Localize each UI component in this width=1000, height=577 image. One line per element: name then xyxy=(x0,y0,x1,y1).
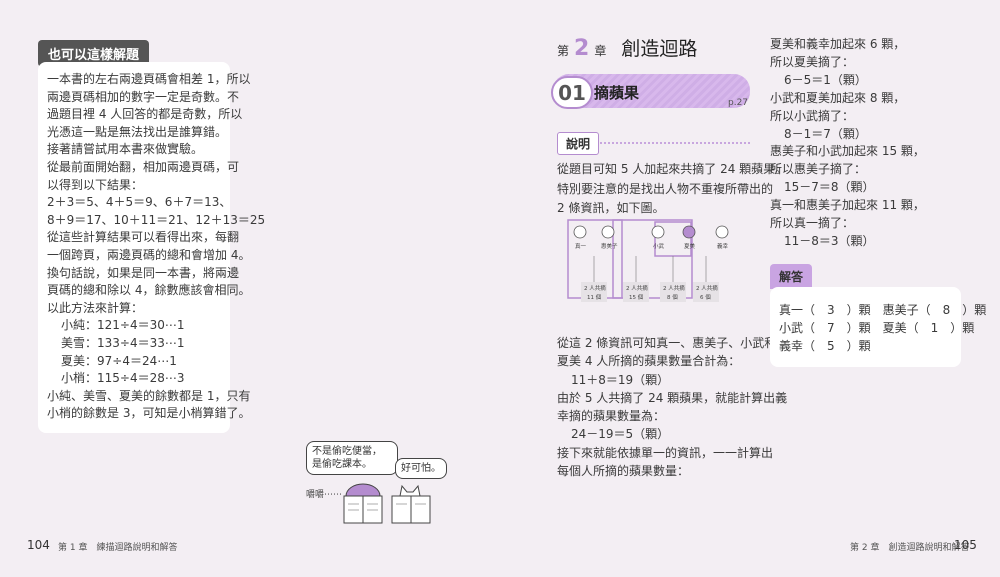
bubble-text: 是偷吃課本。 xyxy=(312,459,372,470)
text-line: 所以惠美子摘了： xyxy=(770,162,867,177)
chapter-heading: 第 2 章 創造迴路 xyxy=(557,34,697,61)
text-line: 小梢：115÷4＝28⋯3 xyxy=(61,371,185,386)
text-line: 11－8＝3（顆） xyxy=(784,233,875,248)
text-line: 所以夏美摘了： xyxy=(770,54,855,69)
text-line: 特別要注意的是找出人物不重複所帶出的 xyxy=(557,181,774,196)
person-name: 夏美 xyxy=(684,242,696,250)
text-line: 真一和惠美子加起來 11 顆， xyxy=(770,198,925,213)
person-icon xyxy=(573,225,587,239)
text-line: 15－7＝8（顆） xyxy=(784,180,875,195)
text-line: 小武和夏美加起來 8 顆， xyxy=(770,90,906,105)
explanation-tag: 說明 xyxy=(557,132,600,155)
text-line: 24－19＝5（顆） xyxy=(571,427,670,442)
footer-right: 第 2 章 創造迴路說明和解答 xyxy=(850,543,970,553)
pair-box-count: 15 個 xyxy=(629,293,644,301)
text-line: 小純、美雪、夏美的餘數都是 1，只有 xyxy=(47,388,251,403)
person-icon xyxy=(651,225,665,239)
answer-text: 真一（ 3 ）顆 惠美子（ 8 ）顆 小武（ 7 ）顆 夏美（ 1 ）顆 義幸（… xyxy=(779,301,986,355)
text-line: 換句話說，如果是同一本書，將兩邊 xyxy=(47,265,240,280)
chapter-number: 2 xyxy=(574,36,590,61)
text-line: 一個跨頁，兩邊頁碼的總和會增加 4。 xyxy=(47,247,251,262)
pair-box-count: 6 個 xyxy=(700,293,711,301)
person-icon xyxy=(715,225,729,239)
text-line: 每個人所摘的蘋果數量： xyxy=(557,464,690,479)
text-line: 夏美：97÷4＝24⋯1 xyxy=(61,353,177,368)
text-line: 接下來就能依據單一的資訊，一一計算出 xyxy=(557,445,774,460)
text-line: 夏美 4 人所摘的蘋果數量合計為： xyxy=(557,354,741,369)
text-line: 從題目可知 5 人加起來共摘了 24 顆蘋果。 xyxy=(557,162,788,176)
person-name: 真一 xyxy=(575,242,587,250)
person-name: 惠美子 xyxy=(601,242,618,250)
text-line: 美雪：133÷4＝33⋯1 xyxy=(61,335,185,350)
section-title: 摘蘋果 xyxy=(594,84,640,102)
chapter-label: 章 xyxy=(594,44,607,58)
text-line: 過題目裡 4 人回答的都是奇數，所以 xyxy=(47,107,243,122)
text-line: 小梢的餘數是 3，可知是小梢算錯了。 xyxy=(47,406,251,421)
text-line: 接著請嘗試用本書來做實驗。 xyxy=(47,142,204,157)
page-number-right: 105 xyxy=(954,538,977,552)
dotted-divider xyxy=(600,142,750,144)
calculation-text: 從這 2 條資訊可知真一、惠美子、小武和 夏美 4 人所摘的蘋果數量合計為： 1… xyxy=(557,334,787,480)
explanation-text: 從題目可知 5 人加起來共摘了 24 顆蘋果。 特別要注意的是找出人物不重複所帶… xyxy=(557,160,787,219)
person-icon xyxy=(601,225,615,239)
text-line: 從這些計算結果可以看得出來，每翻 xyxy=(47,230,240,245)
alt-solution-text: 一本書的左右兩邊頁碼會相差 1，所以 兩邊頁碼相加的數字一定是奇數。不 過題目裡… xyxy=(47,71,266,423)
section-page-ref: p.27 xyxy=(728,98,749,108)
speech-bubble-2: 好可怕。 xyxy=(395,458,447,479)
text-line: 小純：121÷4＝30⋯1 xyxy=(61,318,185,333)
text-line: 2 條資訊，如下圖。 xyxy=(557,201,665,215)
pairs-diagram: 真一 惠美子 小武 夏美 義幸 2 人共摘 11 個 2 人共摘 15 個 2 … xyxy=(567,219,729,302)
answer-line: 義幸（ 5 ）顆 xyxy=(779,339,871,353)
text-line: 夏美和義幸加起來 6 顆， xyxy=(770,37,906,51)
text-line: 從最前面開始翻，相加兩邊頁碼，可 xyxy=(47,159,240,174)
pair-box-top: 2 人共摘 xyxy=(584,284,606,292)
step-text: 夏美和義幸加起來 6 顆， 所以夏美摘了： 6－5＝1（顆） 小武和夏美加起來 … xyxy=(770,36,925,251)
text-line: 惠美子和小武加起來 15 顆， xyxy=(770,144,925,159)
person-icon xyxy=(682,225,696,239)
pair-box-top: 2 人共摘 xyxy=(696,284,718,292)
text-line: 兩邊頁碼相加的數字一定是奇數。不 xyxy=(47,89,240,104)
page-number-left: 104 xyxy=(27,538,50,552)
text-line: 一本書的左右兩邊頁碼會相差 1，所以 xyxy=(47,72,251,86)
chapter-label: 第 xyxy=(557,44,570,58)
text-line: 從這 2 條資訊可知真一、惠美子、小武和 xyxy=(557,336,777,350)
pair-box-top: 2 人共摘 xyxy=(626,284,648,292)
answer-line: 真一（ 3 ）顆 惠美子（ 8 ）顆 xyxy=(779,303,987,317)
person-name: 義幸 xyxy=(717,242,729,250)
chapter-title: 創造迴路 xyxy=(621,38,698,60)
text-line: 頁碼的總和除以 4，餘數應該會相同。 xyxy=(47,283,251,298)
text-line: 幸摘的蘋果數量為： xyxy=(557,409,666,424)
text-line: 以此方法來計算： xyxy=(47,300,144,315)
text-line: 所以小武摘了： xyxy=(770,108,855,123)
text-line: 11＋8＝19（顆） xyxy=(571,372,670,387)
sound-effect: 嚼嚼⋯⋯ xyxy=(306,490,343,500)
text-line: 2＋3＝5、4＋5＝9、6＋7＝13、 xyxy=(47,195,232,210)
text-line: 所以真一摘了： xyxy=(770,216,855,231)
answer-tag: 解答 xyxy=(770,264,813,289)
pair-box-count: 8 個 xyxy=(667,293,678,301)
footer-left: 第 1 章 練描迴路說明和解答 xyxy=(58,543,178,553)
text-line: 由於 5 人共摘了 24 顆蘋果，就能計算出義 xyxy=(557,390,788,405)
section-number: 01 xyxy=(551,76,593,109)
pair-box-count: 11 個 xyxy=(587,293,602,301)
speech-bubble-1: 不是偷吃便當， 是偷吃課本。 xyxy=(306,441,398,475)
answer-line: 小武（ 7 ）顆 夏美（ 1 ）顆 xyxy=(779,321,975,335)
person-name: 小武 xyxy=(653,242,665,250)
text-line: 以得到以下結果： xyxy=(47,177,144,192)
text-line: 8＋9＝17、10＋11＝21、12＋13＝25 xyxy=(47,212,266,227)
text-line: 8－1＝7（顆） xyxy=(784,126,867,141)
reading-characters-illustration xyxy=(343,483,431,524)
text-line: 光憑這一點是無法找出是誰算錯。 xyxy=(47,124,228,139)
bubble-text: 不是偷吃便當， xyxy=(312,446,382,457)
text-line: 6－5＝1（顆） xyxy=(784,72,867,87)
pair-box-top: 2 人共摘 xyxy=(663,284,685,292)
